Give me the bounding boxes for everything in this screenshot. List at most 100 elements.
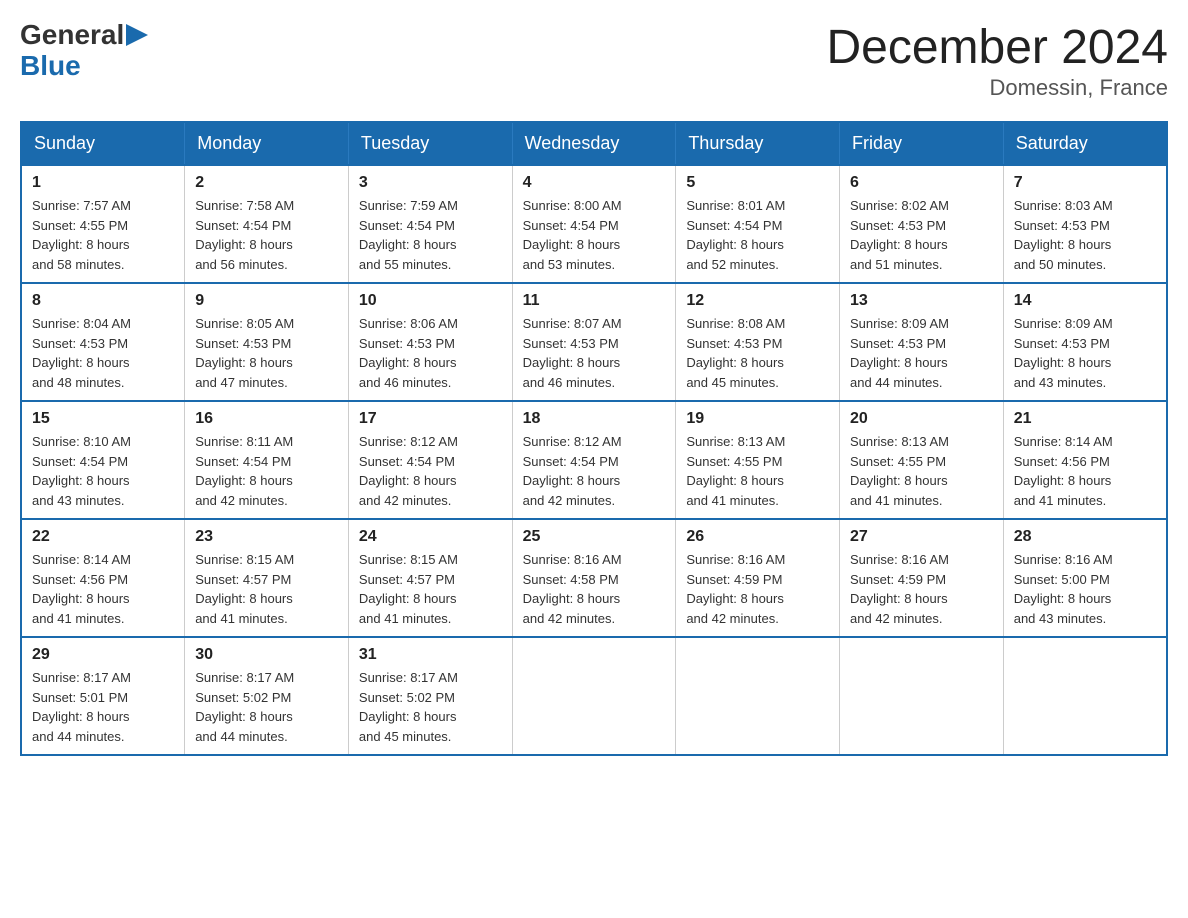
day-info: Sunrise: 8:09 AM Sunset: 4:53 PM Dayligh… [850,314,993,392]
day-info: Sunrise: 8:09 AM Sunset: 4:53 PM Dayligh… [1014,314,1156,392]
table-row: 16 Sunrise: 8:11 AM Sunset: 4:54 PM Dayl… [185,401,349,519]
table-row: 20 Sunrise: 8:13 AM Sunset: 4:55 PM Dayl… [840,401,1004,519]
day-number: 9 [195,292,338,310]
table-row: 26 Sunrise: 8:16 AM Sunset: 4:59 PM Dayl… [676,519,840,637]
day-info: Sunrise: 8:03 AM Sunset: 4:53 PM Dayligh… [1014,196,1156,274]
day-number: 18 [523,410,666,428]
day-info: Sunrise: 8:11 AM Sunset: 4:54 PM Dayligh… [195,432,338,510]
day-number: 19 [686,410,829,428]
calendar-week-row: 8 Sunrise: 8:04 AM Sunset: 4:53 PM Dayli… [21,283,1167,401]
day-info: Sunrise: 8:01 AM Sunset: 4:54 PM Dayligh… [686,196,829,274]
day-number: 13 [850,292,993,310]
day-number: 25 [523,528,666,546]
logo-blue: Blue [20,51,81,82]
table-row: 21 Sunrise: 8:14 AM Sunset: 4:56 PM Dayl… [1003,401,1167,519]
day-number: 17 [359,410,502,428]
day-info: Sunrise: 8:16 AM Sunset: 4:59 PM Dayligh… [850,550,993,628]
header-tuesday: Tuesday [348,122,512,165]
day-info: Sunrise: 8:14 AM Sunset: 4:56 PM Dayligh… [1014,432,1156,510]
header-wednesday: Wednesday [512,122,676,165]
table-row: 15 Sunrise: 8:10 AM Sunset: 4:54 PM Dayl… [21,401,185,519]
table-row: 28 Sunrise: 8:16 AM Sunset: 5:00 PM Dayl… [1003,519,1167,637]
table-row: 7 Sunrise: 8:03 AM Sunset: 4:53 PM Dayli… [1003,165,1167,283]
calendar-subtitle: Domessin, France [826,75,1168,101]
table-row: 30 Sunrise: 8:17 AM Sunset: 5:02 PM Dayl… [185,637,349,755]
day-info: Sunrise: 7:58 AM Sunset: 4:54 PM Dayligh… [195,196,338,274]
table-row: 12 Sunrise: 8:08 AM Sunset: 4:53 PM Dayl… [676,283,840,401]
day-info: Sunrise: 8:10 AM Sunset: 4:54 PM Dayligh… [32,432,174,510]
day-number: 31 [359,646,502,664]
calendar-week-row: 22 Sunrise: 8:14 AM Sunset: 4:56 PM Dayl… [21,519,1167,637]
table-row: 13 Sunrise: 8:09 AM Sunset: 4:53 PM Dayl… [840,283,1004,401]
day-number: 20 [850,410,993,428]
table-row: 8 Sunrise: 8:04 AM Sunset: 4:53 PM Dayli… [21,283,185,401]
day-info: Sunrise: 8:16 AM Sunset: 4:59 PM Dayligh… [686,550,829,628]
day-info: Sunrise: 8:04 AM Sunset: 4:53 PM Dayligh… [32,314,174,392]
logo: General Blue [20,20,148,82]
table-row [1003,637,1167,755]
page-header: General Blue December 2024 Domessin, Fra… [20,20,1168,101]
day-info: Sunrise: 8:00 AM Sunset: 4:54 PM Dayligh… [523,196,666,274]
calendar-week-row: 15 Sunrise: 8:10 AM Sunset: 4:54 PM Dayl… [21,401,1167,519]
day-info: Sunrise: 8:17 AM Sunset: 5:02 PM Dayligh… [195,668,338,746]
day-number: 15 [32,410,174,428]
day-number: 14 [1014,292,1156,310]
day-info: Sunrise: 8:08 AM Sunset: 4:53 PM Dayligh… [686,314,829,392]
day-info: Sunrise: 8:16 AM Sunset: 5:00 PM Dayligh… [1014,550,1156,628]
day-number: 11 [523,292,666,310]
calendar-week-row: 29 Sunrise: 8:17 AM Sunset: 5:01 PM Dayl… [21,637,1167,755]
table-row: 9 Sunrise: 8:05 AM Sunset: 4:53 PM Dayli… [185,283,349,401]
table-row: 14 Sunrise: 8:09 AM Sunset: 4:53 PM Dayl… [1003,283,1167,401]
day-info: Sunrise: 8:16 AM Sunset: 4:58 PM Dayligh… [523,550,666,628]
day-number: 27 [850,528,993,546]
header-thursday: Thursday [676,122,840,165]
table-row: 25 Sunrise: 8:16 AM Sunset: 4:58 PM Dayl… [512,519,676,637]
day-info: Sunrise: 8:13 AM Sunset: 4:55 PM Dayligh… [686,432,829,510]
table-row: 5 Sunrise: 8:01 AM Sunset: 4:54 PM Dayli… [676,165,840,283]
table-row: 4 Sunrise: 8:00 AM Sunset: 4:54 PM Dayli… [512,165,676,283]
calendar-title: December 2024 [826,20,1168,75]
day-info: Sunrise: 8:15 AM Sunset: 4:57 PM Dayligh… [359,550,502,628]
day-number: 12 [686,292,829,310]
table-row: 31 Sunrise: 8:17 AM Sunset: 5:02 PM Dayl… [348,637,512,755]
day-number: 24 [359,528,502,546]
day-number: 23 [195,528,338,546]
title-section: December 2024 Domessin, France [826,20,1168,101]
day-info: Sunrise: 8:15 AM Sunset: 4:57 PM Dayligh… [195,550,338,628]
table-row [840,637,1004,755]
table-row: 11 Sunrise: 8:07 AM Sunset: 4:53 PM Dayl… [512,283,676,401]
day-number: 8 [32,292,174,310]
table-row [512,637,676,755]
day-number: 1 [32,174,174,192]
header-friday: Friday [840,122,1004,165]
day-number: 30 [195,646,338,664]
table-row: 2 Sunrise: 7:58 AM Sunset: 4:54 PM Dayli… [185,165,349,283]
day-number: 29 [32,646,174,664]
logo-arrow-icon [126,24,148,46]
day-number: 2 [195,174,338,192]
table-row: 1 Sunrise: 7:57 AM Sunset: 4:55 PM Dayli… [21,165,185,283]
table-row: 24 Sunrise: 8:15 AM Sunset: 4:57 PM Dayl… [348,519,512,637]
header-saturday: Saturday [1003,122,1167,165]
table-row: 29 Sunrise: 8:17 AM Sunset: 5:01 PM Dayl… [21,637,185,755]
table-row: 22 Sunrise: 8:14 AM Sunset: 4:56 PM Dayl… [21,519,185,637]
day-number: 4 [523,174,666,192]
day-info: Sunrise: 8:12 AM Sunset: 4:54 PM Dayligh… [359,432,502,510]
day-info: Sunrise: 8:17 AM Sunset: 5:02 PM Dayligh… [359,668,502,746]
table-row: 17 Sunrise: 8:12 AM Sunset: 4:54 PM Dayl… [348,401,512,519]
logo-general: General [20,20,124,51]
table-row: 18 Sunrise: 8:12 AM Sunset: 4:54 PM Dayl… [512,401,676,519]
day-info: Sunrise: 8:06 AM Sunset: 4:53 PM Dayligh… [359,314,502,392]
day-info: Sunrise: 7:59 AM Sunset: 4:54 PM Dayligh… [359,196,502,274]
day-info: Sunrise: 7:57 AM Sunset: 4:55 PM Dayligh… [32,196,174,274]
day-number: 7 [1014,174,1156,192]
day-info: Sunrise: 8:12 AM Sunset: 4:54 PM Dayligh… [523,432,666,510]
calendar-header-row: Sunday Monday Tuesday Wednesday Thursday… [21,122,1167,165]
day-number: 6 [850,174,993,192]
day-info: Sunrise: 8:13 AM Sunset: 4:55 PM Dayligh… [850,432,993,510]
day-number: 26 [686,528,829,546]
table-row: 27 Sunrise: 8:16 AM Sunset: 4:59 PM Dayl… [840,519,1004,637]
day-number: 22 [32,528,174,546]
table-row: 19 Sunrise: 8:13 AM Sunset: 4:55 PM Dayl… [676,401,840,519]
day-info: Sunrise: 8:14 AM Sunset: 4:56 PM Dayligh… [32,550,174,628]
